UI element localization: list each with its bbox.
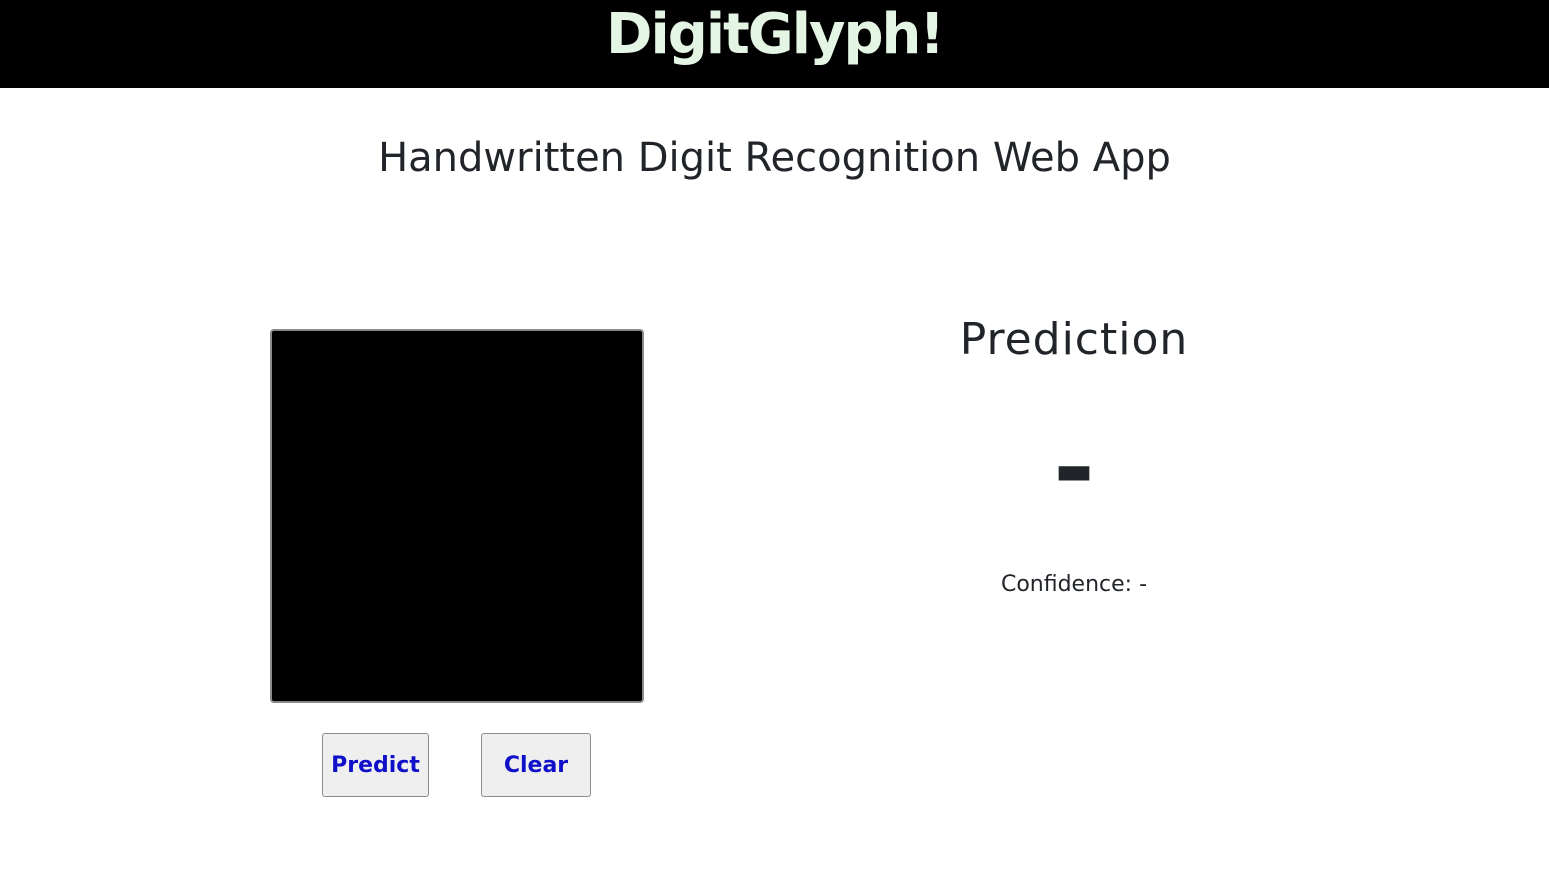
clear-button[interactable]: Clear [481, 733, 591, 797]
confidence-text: Confidence: - [1000, 572, 1148, 597]
drawing-canvas[interactable] [270, 329, 644, 703]
app-brand-title: DigitGlyph! [606, 2, 945, 67]
top-bar: DigitGlyph! [0, 0, 1549, 88]
page-subtitle: Handwritten Digit Recognition Web App [378, 135, 1171, 181]
prediction-heading: Prediction [959, 314, 1189, 365]
predict-button[interactable]: Predict [322, 733, 429, 797]
prediction-value: - [1053, 409, 1095, 526]
